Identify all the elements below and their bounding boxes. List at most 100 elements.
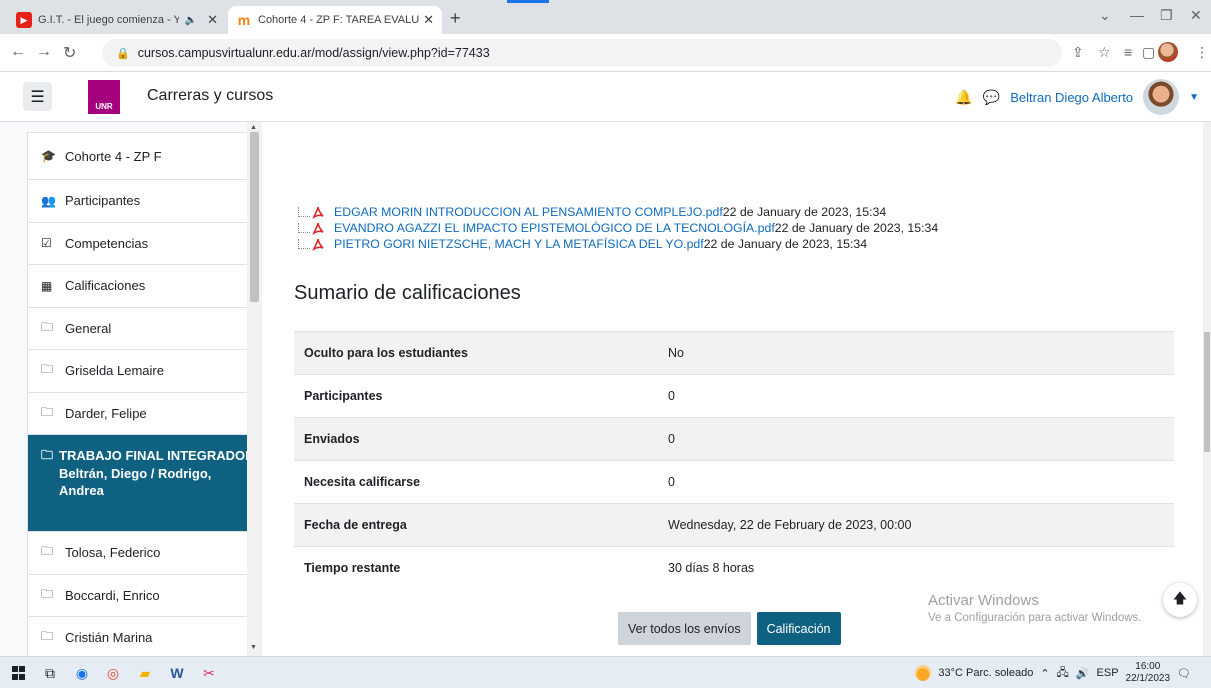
close-tab-icon[interactable]: ✕ <box>423 12 434 28</box>
browser-tab-moodle[interactable]: m Cohorte 4 - ZP F: TAREA EVALUA ✕ <box>228 6 442 34</box>
site-brand[interactable]: Carreras y cursos <box>147 87 273 105</box>
drawer-item[interactable]: 🗀 Boccardi, Enrico <box>27 574 256 617</box>
close-window-icon[interactable]: ✕ <box>1190 7 1202 24</box>
file-explorer-icon[interactable]: ▰ <box>135 663 155 683</box>
language-indicator[interactable]: ESP <box>1097 667 1119 679</box>
drawer-item-label: General <box>65 320 112 336</box>
pdf-file-icon <box>312 237 324 251</box>
table-row: Oculto para los estudiantes No <box>294 331 1174 375</box>
drawer-item[interactable]: 🗀 General <box>27 307 256 350</box>
drawer-item[interactable]: 🗀 Tolosa, Federico <box>27 532 256 575</box>
drawer-item[interactable]: 🗀 Cristián Marina <box>27 617 256 656</box>
tab-title: G.I.T. - El juego comienza - Y <box>38 14 179 26</box>
clock[interactable]: 16:00 22/1/2023 <box>1126 661 1171 685</box>
drawer-item-label: Boccardi, Enrico <box>65 587 160 603</box>
user-name[interactable]: Beltran Diego Alberto <box>1010 90 1133 105</box>
file-link[interactable]: PIETRO GORI NIETZSCHE, MACH Y LA METAFÍS… <box>334 236 704 252</box>
speaker-icon[interactable]: 🔈 <box>185 15 197 26</box>
drawer-item-label: Competencias <box>65 235 149 251</box>
drawer-item[interactable]: 🎓 Cohorte 4 - ZP F <box>27 132 256 180</box>
file-link[interactable]: EVANDRO AGAZZI EL IMPACTO EPISTEMOLÓGICO… <box>334 220 775 236</box>
windows-taskbar: ⧉ ◉ ◎ ▰ W ✂ 33°C Parc. soleado ⌃ 🖧 🔊 ESP… <box>0 656 1211 688</box>
network-icon[interactable]: 🖧 <box>1057 664 1069 683</box>
chrome-icon[interactable]: ◎ <box>103 663 123 683</box>
drawer-item[interactable]: ☑ Competencias <box>27 222 256 265</box>
drawer-item[interactable]: 🗀 TRABAJO FINAL INTEGRADOR Beltrán, Diego… <box>27 435 256 532</box>
weather-sun-icon[interactable] <box>915 665 932 681</box>
edge-icon[interactable]: ◉ <box>72 663 92 683</box>
tree-connector <box>298 223 310 233</box>
reload-icon[interactable]: ↻ <box>63 43 76 63</box>
drawer-item[interactable]: 🗀 Darder, Felipe <box>27 392 256 435</box>
file-row: EDGAR MORIN INTRODUCCION AL PENSAMIENTO … <box>298 204 938 220</box>
tab-title: Cohorte 4 - ZP F: TAREA EVALUA <box>258 14 420 26</box>
scroll-up-icon[interactable]: ▲ <box>250 124 257 131</box>
drawer-item-label: TRABAJO FINAL INTEGRADOR Beltrán, Diego … <box>59 448 255 499</box>
table-row: Tiempo restante 30 días 8 horas <box>294 546 1174 590</box>
word-icon[interactable]: W <box>167 663 187 683</box>
drawer-item-label: Darder, Felipe <box>65 405 147 421</box>
drawer-item[interactable]: ▦ Calificaciones <box>27 265 256 308</box>
close-tab-icon[interactable]: ✕ <box>207 12 218 28</box>
minimize-icon[interactable]: — <box>1130 7 1144 23</box>
drawer-item[interactable]: 👥 Participantes <box>27 180 256 223</box>
volume-icon[interactable]: 🔊 <box>1076 667 1090 680</box>
browser-menu-icon[interactable]: ⋮ <box>1195 44 1209 61</box>
grade-button[interactable]: Calificación <box>756 612 841 645</box>
back-to-top-button[interactable]: 🡅 <box>1163 583 1197 617</box>
system-tray: 33°C Parc. soleado ⌃ 🖧 🔊 ESP 16:00 22/1/… <box>915 657 1191 689</box>
graduation-cap-icon: 🎓 <box>41 149 56 163</box>
view-all-submissions-button[interactable]: Ver todos los envíos <box>618 612 751 645</box>
moodle-navbar: ☰ UNR Carreras y cursos 🔔 💬 Beltran Dieg… <box>0 72 1211 122</box>
browser-tab-youtube[interactable]: ▶ G.I.T. - El juego comienza - Y 🔈 ✕ <box>8 6 226 34</box>
user-menu-caret-icon[interactable]: ▼ <box>1189 92 1199 103</box>
back-icon[interactable]: ← <box>10 43 26 61</box>
windows-start-icon[interactable] <box>11 666 25 680</box>
share-icon[interactable]: ⇪ <box>1072 44 1084 61</box>
new-tab-button[interactable]: + <box>450 8 461 29</box>
snipping-tool-icon[interactable]: ✂ <box>199 663 219 683</box>
drawer-item-label: Tolosa, Federico <box>65 545 161 561</box>
page-scrollbar-thumb[interactable] <box>1204 332 1210 452</box>
avatar[interactable] <box>1143 79 1180 115</box>
folder-icon: 🗀 <box>41 544 54 559</box>
messages-icon[interactable]: 💬 <box>983 89 1000 106</box>
drawer-toggle-button[interactable]: ☰ <box>23 82 52 111</box>
summary-value: 0 <box>658 374 1174 418</box>
scrollbar-thumb[interactable] <box>250 132 259 302</box>
scroll-down-icon[interactable]: ▼ <box>250 644 257 651</box>
side-panel-icon[interactable]: ▢ <box>1142 44 1155 61</box>
browser-tab-strip: ▶ G.I.T. - El juego comienza - Y 🔈 ✕ m C… <box>0 0 1211 34</box>
task-view-icon[interactable]: ⧉ <box>40 663 60 683</box>
youtube-favicon-icon: ▶ <box>16 12 32 28</box>
folder-icon: 🗀 <box>41 362 54 377</box>
forward-icon[interactable]: → <box>36 43 52 61</box>
windows-activation-watermark: Activar Windows Ve a Configuración para … <box>928 592 1142 624</box>
folder-icon: 🗀 <box>41 586 54 601</box>
weather-text[interactable]: 33°C Parc. soleado <box>938 667 1033 679</box>
table-icon: ▦ <box>41 278 53 293</box>
watermark-line1: Activar Windows <box>928 592 1039 609</box>
tab-search-icon[interactable]: ⌄ <box>1099 7 1111 24</box>
pdf-file-icon <box>312 205 324 219</box>
summary-value: 0 <box>658 460 1174 504</box>
browser-profile-avatar[interactable] <box>1158 42 1178 62</box>
summary-value: No <box>658 331 1174 375</box>
reading-list-icon[interactable]: ≡ <box>1124 44 1132 60</box>
page-scrollbar[interactable] <box>1203 122 1211 656</box>
tray-chevron-icon[interactable]: ⌃ <box>1040 667 1049 680</box>
table-row: Fecha de entrega Wednesday, 22 de Februar… <box>294 503 1174 547</box>
tab-scroll-indicator <box>507 0 549 3</box>
drawer-scrollbar[interactable]: ▲ ▼ <box>247 122 262 656</box>
unr-logo[interactable]: UNR <box>88 80 120 114</box>
url-input[interactable]: 🔒 cursos.campusvirtualunr.edu.ar/mod/ass… <box>102 39 1062 67</box>
bookmark-star-icon[interactable]: ☆ <box>1098 44 1111 61</box>
hamburger-icon: ☰ <box>30 88 45 106</box>
summary-label: Necesita calificarse <box>294 460 658 504</box>
arrow-up-icon: 🡅 <box>1172 590 1188 606</box>
restore-icon[interactable]: ❐ <box>1160 7 1173 24</box>
notifications-icon[interactable]: 🗨 <box>1177 667 1191 680</box>
notifications-bell-icon[interactable]: 🔔 <box>955 89 972 106</box>
drawer-item[interactable]: 🗀 Griselda Lemaire <box>27 350 256 393</box>
file-link[interactable]: EDGAR MORIN INTRODUCCION AL PENSAMIENTO … <box>334 204 723 220</box>
